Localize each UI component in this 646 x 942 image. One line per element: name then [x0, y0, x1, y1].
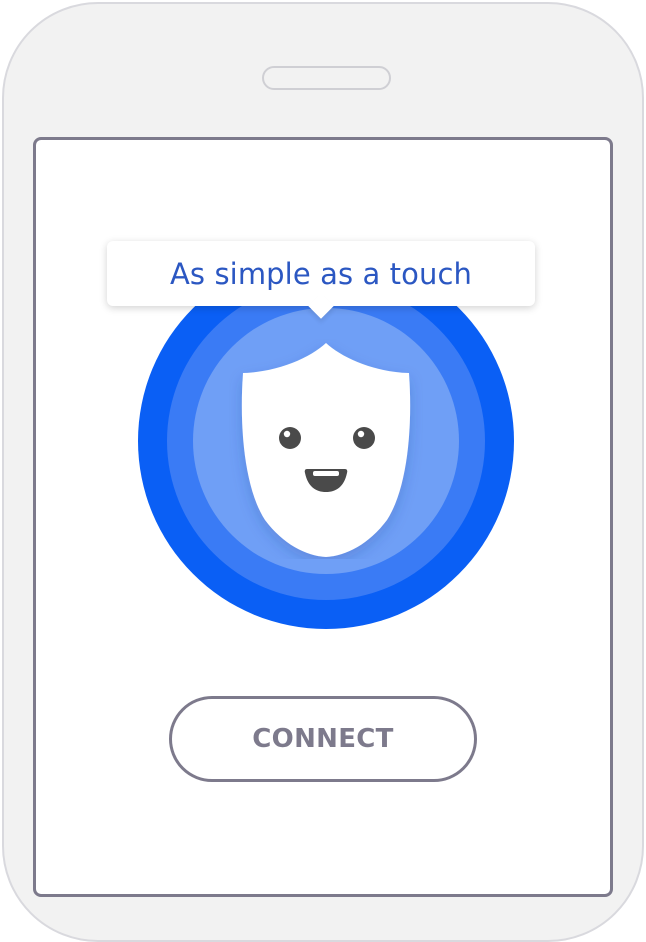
shield-face-icon [241, 343, 411, 557]
phone-speaker-icon [262, 66, 391, 90]
left-eye [279, 427, 301, 449]
connect-button[interactable]: CONNECT [169, 696, 477, 782]
smile-teeth [313, 471, 339, 476]
right-eye [353, 427, 375, 449]
tooltip: As simple as a touch [107, 241, 535, 306]
right-eye-highlight [357, 430, 365, 438]
tooltip-text: As simple as a touch [169, 256, 472, 291]
shield-shape [241, 343, 411, 557]
left-eye-highlight [283, 430, 291, 438]
